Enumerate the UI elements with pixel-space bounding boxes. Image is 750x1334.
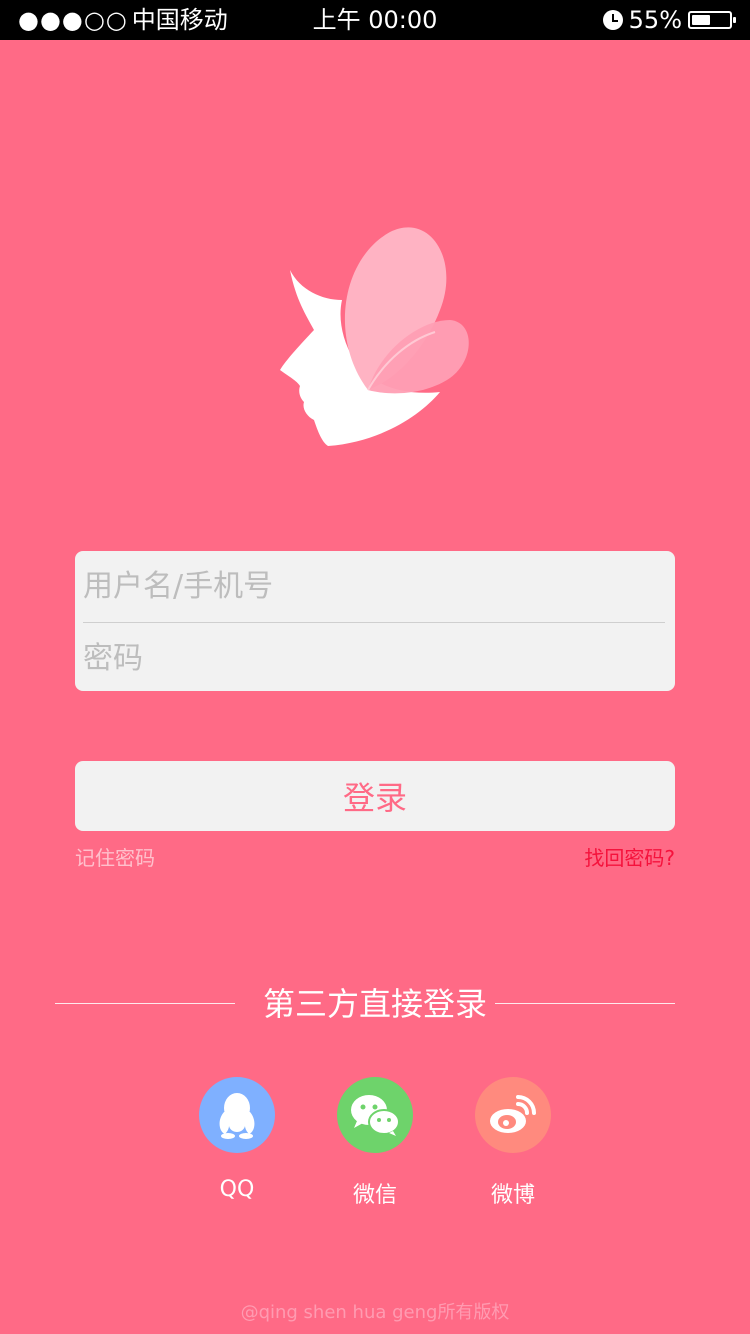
wechat-login-button[interactable]: 微信 (337, 1077, 413, 1209)
weibo-icon[interactable] (475, 1077, 551, 1153)
copyright-text: @qing shen hua geng所有版权 (240, 1302, 510, 1323)
password-input[interactable] (83, 623, 665, 691)
weibo-label: 微博 (490, 1183, 535, 1208)
battery-percent: 55% (628, 6, 682, 34)
forgot-password-link[interactable]: 找回密码? (584, 842, 675, 871)
login-form (75, 551, 675, 691)
alarm-icon (602, 10, 623, 30)
battery-level (692, 15, 710, 25)
remember-password-toggle[interactable]: 记住密码 (75, 842, 155, 871)
butterfly-face-logo-icon (280, 227, 469, 446)
status-right: 55% (602, 0, 736, 40)
battery-icon (688, 11, 736, 29)
qq-icon[interactable] (199, 1077, 275, 1153)
wechat-label: 微信 (352, 1183, 397, 1208)
status-bar: ●●●○○ 中国移动 上午 00:00 55% (0, 0, 750, 40)
qq-label: QQ (219, 1177, 255, 1202)
username-input[interactable] (83, 551, 665, 621)
wechat-icon[interactable] (337, 1077, 413, 1153)
login-button[interactable]: 登录 (75, 761, 675, 831)
divider-right (495, 1003, 675, 1004)
qq-login-button[interactable]: QQ (199, 1077, 275, 1202)
third-party-title: 第三方直接登录 (262, 985, 487, 1023)
weibo-login-button[interactable]: 微博 (475, 1077, 551, 1209)
